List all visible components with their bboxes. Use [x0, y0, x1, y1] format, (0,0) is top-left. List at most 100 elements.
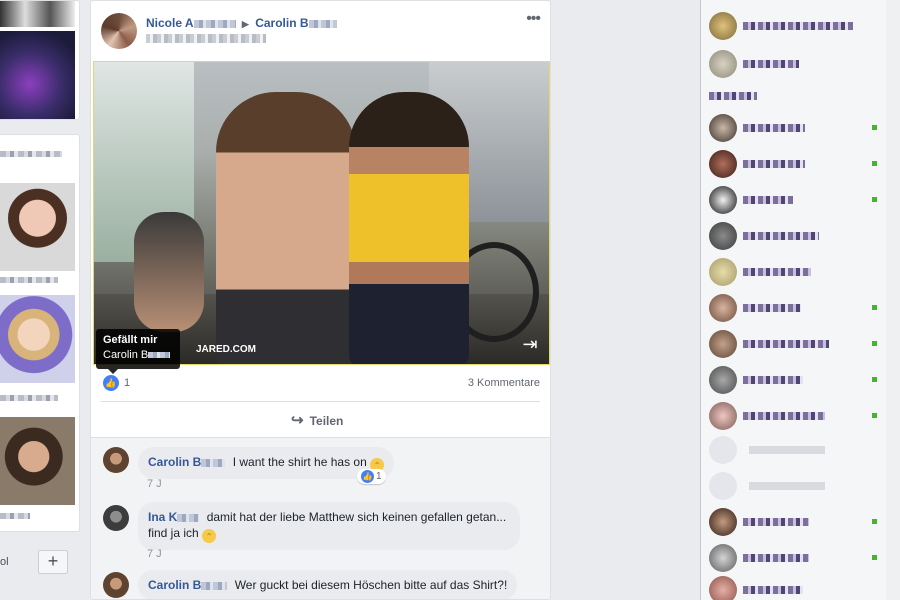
commenter-name[interactable]: Carolin B — [148, 578, 201, 592]
online-dot-icon — [872, 341, 877, 346]
share-to-arrow-icon: ▶ — [241, 19, 249, 29]
placeholder-name — [749, 482, 825, 490]
comment-bubble: Carolin B I want the shirt he has on ᵔ — [138, 447, 395, 479]
contact-name-redacted — [743, 196, 793, 204]
section-heading-redacted — [709, 92, 757, 100]
contact-name-redacted — [743, 160, 805, 168]
share-label: Teilen — [309, 414, 344, 428]
post-card: Nicole A ▶ Carolin B ••• JARED.COM ⇥ Gef… — [90, 0, 551, 600]
photo-person-yellow-shirt — [349, 92, 469, 364]
chat-contact[interactable] — [701, 48, 881, 80]
chat-contact[interactable] — [701, 220, 881, 252]
photo-person-shirtless — [216, 92, 356, 364]
contact-avatar — [709, 12, 737, 40]
chat-contact[interactable] — [701, 256, 881, 288]
group-thumbnail-2[interactable] — [0, 31, 75, 119]
contact-avatar — [709, 150, 737, 178]
contact-name-redacted — [743, 22, 853, 30]
like-count[interactable]: 1 — [124, 377, 130, 389]
chat-contact[interactable] — [701, 574, 881, 600]
contact-name-redacted — [743, 554, 809, 562]
author-avatar[interactable] — [101, 13, 137, 49]
chat-contact[interactable] — [701, 184, 881, 216]
online-dot-icon — [872, 555, 877, 560]
person-thumbnail-3[interactable] — [0, 417, 75, 505]
target-name[interactable]: Carolin B — [255, 16, 308, 30]
divider — [101, 401, 540, 402]
contact-name-redacted — [743, 586, 803, 594]
contact-name-redacted — [743, 304, 801, 312]
placeholder-avatar — [709, 436, 737, 464]
chat-contact[interactable] — [701, 328, 881, 360]
group-thumbnail-1[interactable] — [0, 1, 75, 27]
chat-contact[interactable] — [701, 10, 881, 42]
comment-like-count: 1 — [376, 471, 382, 482]
add-button[interactable]: + — [38, 550, 68, 574]
commenter-name[interactable]: Carolin B — [148, 455, 201, 469]
left-column: ol + — [0, 0, 80, 600]
person-thumbnail-2[interactable] — [0, 295, 75, 383]
chat-contact[interactable] — [701, 364, 881, 396]
comment-like-badge[interactable]: 👍 1 — [357, 469, 386, 484]
placeholder-avatar — [709, 472, 737, 500]
like-icon[interactable]: 👍 — [103, 375, 119, 391]
left-footer: ol + — [0, 544, 80, 594]
contact-name-redacted — [743, 232, 819, 240]
commenter-avatar[interactable] — [103, 505, 129, 531]
comment-time[interactable]: 7 J — [147, 548, 162, 560]
placeholder-name — [749, 446, 825, 454]
chat-contact[interactable] — [701, 400, 881, 432]
comment-bubble: Ina K damit hat der liebe Matthew sich k… — [138, 502, 520, 550]
post-photo[interactable]: JARED.COM ⇥ — [93, 61, 550, 365]
online-dot-icon — [872, 305, 877, 310]
section-title-redacted — [0, 151, 62, 157]
contact-name-redacted — [743, 60, 799, 68]
commenter-avatar[interactable] — [103, 572, 129, 598]
left-card-top — [0, 0, 80, 120]
commenter-name-redacted — [201, 581, 228, 590]
left-footer-text: ol — [0, 556, 9, 568]
online-dot-icon — [872, 197, 877, 202]
contact-avatar — [709, 294, 737, 322]
target-name-redacted — [308, 19, 337, 28]
post-header-names: Nicole A ▶ Carolin B — [146, 16, 337, 30]
author-name-redacted — [193, 19, 236, 28]
comment-bubble: Carolin B Wer guckt bei diesem Höschen b… — [138, 570, 518, 599]
chat-contact[interactable] — [701, 542, 881, 574]
expand-icon[interactable]: ⇥ — [519, 334, 541, 356]
chat-contact[interactable] — [701, 292, 881, 324]
smile-emoji-icon: ᵔ — [202, 529, 217, 543]
contact-name-redacted — [743, 376, 803, 384]
chat-contact-placeholder — [701, 470, 881, 502]
chat-contact[interactable] — [701, 506, 881, 538]
tooltip-arrow — [108, 369, 118, 374]
person-name-redacted-3 — [0, 513, 30, 519]
contact-name-redacted — [743, 412, 825, 420]
photo-background-person — [134, 212, 204, 332]
online-dot-icon — [872, 125, 877, 130]
person-name-redacted-2 — [0, 395, 58, 401]
contact-avatar — [709, 114, 737, 142]
comment-time[interactable]: 7 J — [147, 478, 162, 490]
online-dot-icon — [872, 519, 877, 524]
commenter-avatar[interactable] — [103, 447, 129, 473]
contact-avatar — [709, 258, 737, 286]
comment-count[interactable]: 3 Kommentare — [468, 377, 540, 389]
commenter-name[interactable]: Ina K — [148, 510, 177, 524]
person-name-redacted-1 — [0, 277, 58, 283]
author-name[interactable]: Nicole A — [146, 16, 194, 30]
person-thumbnail-1[interactable] — [0, 183, 75, 271]
chat-contact[interactable] — [701, 112, 881, 144]
left-card-people — [0, 134, 80, 532]
contact-avatar — [709, 222, 737, 250]
contact-avatar — [709, 366, 737, 394]
chat-contact[interactable] — [701, 148, 881, 180]
chat-sidebar — [700, 0, 900, 600]
chat-scrollbar[interactable] — [886, 0, 900, 600]
contact-name-redacted — [743, 340, 829, 348]
more-options-icon[interactable]: ••• — [526, 10, 541, 28]
contact-avatar — [709, 50, 737, 78]
contact-avatar — [709, 330, 737, 358]
share-icon: ↪ — [291, 412, 304, 429]
share-button[interactable]: ↪ Teilen — [291, 411, 343, 429]
